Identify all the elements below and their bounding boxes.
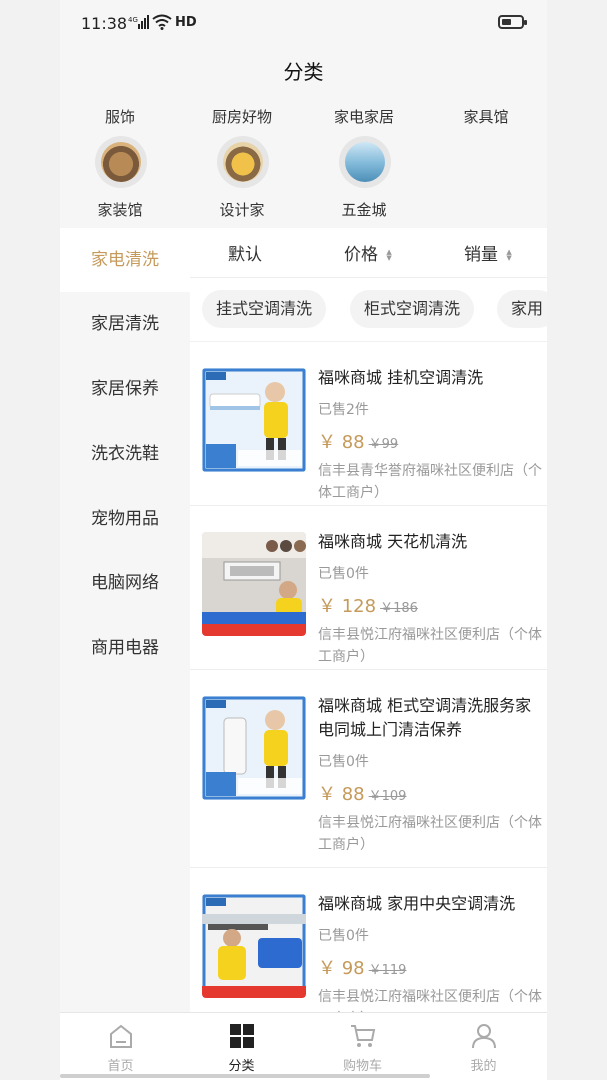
product-store: 信丰县悦江府福咪社区便利店（个体工商户） bbox=[318, 815, 542, 853]
current-price: ￥ 88 bbox=[318, 432, 365, 453]
tab-category-label: 分类 bbox=[228, 1059, 255, 1074]
product-store: 信丰县悦江府福咪社区便利店（个体工商户） bbox=[318, 989, 542, 1012]
sidebar-item-pet-supplies[interactable]: 宠物用品 bbox=[60, 487, 190, 551]
category-appliances-home[interactable]: 家电家居 bbox=[304, 106, 424, 127]
product-sold-count: 已售0件 bbox=[318, 928, 369, 944]
status-time: 11:38 bbox=[81, 14, 128, 33]
product-card[interactable]: 福咪商城 家用中央空调清洗 已售0件 ￥ 98 ￥119 信丰县悦江府福咪社区便利… bbox=[190, 868, 547, 1012]
product-price: ￥ 88 ￥109 bbox=[318, 780, 406, 806]
cart-icon bbox=[351, 1025, 376, 1047]
original-price: ￥119 bbox=[368, 963, 407, 978]
tab-cart-label: 购物车 bbox=[342, 1059, 382, 1074]
product-image bbox=[202, 532, 306, 636]
sort-arrows-icon: ▲ ▼ bbox=[386, 248, 392, 262]
product-title: 福咪商城 挂机空调清洗 bbox=[318, 368, 484, 387]
original-price: ￥99 bbox=[368, 437, 399, 452]
subcategory-chips: 挂式空调清洗 柜式空调清洗 家用 bbox=[190, 284, 547, 342]
product-sold-count: 已售0件 bbox=[318, 566, 369, 582]
category-grid-icon bbox=[230, 1024, 254, 1048]
chip-wall-ac-cleaning[interactable]: 挂式空调清洗 bbox=[202, 290, 327, 328]
tab-category[interactable]: 分类 bbox=[181, 1013, 302, 1080]
home-indicator[interactable] bbox=[60, 1074, 430, 1078]
bottom-tab-bar: 首页 分类 购物车 我的 bbox=[60, 1012, 547, 1080]
sort-arrows-icon: ▲ ▼ bbox=[506, 248, 512, 262]
category-furniture[interactable]: 家具馆 bbox=[426, 106, 546, 127]
sort-price-label: 价格 bbox=[344, 245, 378, 265]
status-bar: 11:38 4G HD bbox=[60, 0, 547, 48]
product-price: ￥ 98 ￥119 bbox=[318, 954, 406, 980]
page-title: 分类 bbox=[283, 60, 324, 84]
product-card[interactable]: 福咪商城 天花机清洗 已售0件 ￥ 128 ￥186 信丰县悦江府福咪社区便利店（… bbox=[190, 506, 547, 670]
category-kitchen[interactable]: 厨房好物 bbox=[182, 106, 302, 127]
product-title: 福咪商城 家用中央空调清洗 bbox=[318, 894, 516, 913]
product-price: ￥ 88 ￥99 bbox=[318, 428, 398, 454]
current-price: ￥ 128 bbox=[318, 596, 377, 617]
chip-household[interactable]: 家用 bbox=[497, 290, 547, 328]
tab-profile[interactable]: 我的 bbox=[423, 1013, 544, 1080]
sort-bar: 默认 价格 ▲ ▼ 销量 ▲ ▼ bbox=[190, 228, 547, 278]
product-list-panel: 默认 价格 ▲ ▼ 销量 ▲ ▼ 挂式空调清洗 柜式空调清洗 家用 福咪商城 挂… bbox=[190, 228, 547, 1012]
design-room-icon[interactable] bbox=[217, 136, 269, 188]
product-store: 信丰县青华誉府福咪社区便利店（个体工商户） bbox=[318, 463, 542, 501]
page-header: 分类 bbox=[60, 48, 547, 96]
hardware-store-icon[interactable] bbox=[339, 136, 391, 188]
category-clothing[interactable]: 服饰 bbox=[60, 106, 180, 127]
profile-icon bbox=[472, 1024, 496, 1049]
product-title: 福咪商城 天花机清洗 bbox=[318, 532, 468, 551]
sidebar-item-home-maintenance[interactable]: 家居保养 bbox=[60, 357, 190, 421]
category-label-house-decor: 家装馆 bbox=[97, 201, 143, 219]
battery-icon bbox=[498, 15, 527, 29]
product-sold-count: 已售2件 bbox=[318, 402, 369, 418]
category-grid: 服饰 厨房好物 家电家居 家具馆 家装馆 设计家 五金城 bbox=[60, 96, 547, 228]
product-image bbox=[202, 368, 306, 472]
category-label-hardware: 五金城 bbox=[341, 201, 387, 219]
wifi-icon bbox=[152, 14, 172, 30]
sidebar-item-computer-network[interactable]: 电脑网络 bbox=[60, 551, 190, 615]
svg-text:4G: 4G bbox=[128, 16, 138, 24]
sort-sales-label: 销量 bbox=[464, 245, 498, 265]
sidebar-item-laundry[interactable]: 洗衣洗鞋 bbox=[60, 422, 190, 486]
sort-price[interactable]: 价格 ▲ ▼ bbox=[344, 240, 392, 265]
product-image bbox=[202, 894, 306, 998]
house-decor-icon[interactable] bbox=[95, 136, 147, 188]
product-sold-count: 已售0件 bbox=[318, 754, 369, 770]
home-icon bbox=[110, 1024, 132, 1048]
product-card[interactable]: 福咪商城 挂机空调清洗 已售2件 ￥ 88 ￥99 信丰县青华誉府福咪社区便利店（… bbox=[190, 342, 547, 506]
category-sidebar: 家电清洗 家居清洗 家居保养 洗衣洗鞋 宠物用品 电脑网络 商用电器 bbox=[60, 228, 190, 1012]
sidebar-item-home-cleaning[interactable]: 家居清洗 bbox=[60, 292, 190, 356]
sort-default[interactable]: 默认 bbox=[228, 240, 262, 265]
product-card[interactable]: 福咪商城 柜式空调清洗服务家电同城上门清洁保养 已售0件 ￥ 88 ￥109 信丰… bbox=[190, 670, 547, 868]
category-label-design: 设计家 bbox=[219, 201, 265, 219]
product-price: ￥ 128 ￥186 bbox=[318, 592, 418, 618]
chip-cabinet-ac-cleaning[interactable]: 柜式空调清洗 bbox=[350, 290, 475, 328]
tab-home-label: 首页 bbox=[107, 1059, 134, 1074]
product-title: 福咪商城 柜式空调清洗服务家电同城上门清洁保养 bbox=[318, 696, 532, 739]
sidebar-item-appliance-cleaning[interactable]: 家电清洗 bbox=[60, 228, 190, 292]
sidebar-item-commercial-appliances[interactable]: 商用电器 bbox=[60, 616, 190, 680]
original-price: ￥186 bbox=[380, 601, 418, 616]
phone-screen: 11:38 4G HD 分类 服饰 厨房好物 家电家居 家具馆 家装馆 设计家 … bbox=[60, 0, 547, 1080]
product-image bbox=[202, 696, 306, 800]
cellular-signal-icon: 4G bbox=[128, 15, 149, 29]
current-price: ￥ 88 bbox=[318, 784, 365, 805]
original-price: ￥109 bbox=[368, 789, 407, 804]
product-store: 信丰县悦江府福咪社区便利店（个体工商户） bbox=[318, 627, 542, 665]
current-price: ￥ 98 bbox=[318, 958, 365, 979]
hd-indicator: HD bbox=[175, 15, 197, 30]
tab-cart[interactable]: 购物车 bbox=[302, 1013, 423, 1080]
tab-profile-label: 我的 bbox=[470, 1059, 497, 1074]
tab-home[interactable]: 首页 bbox=[60, 1013, 181, 1080]
sort-sales[interactable]: 销量 ▲ ▼ bbox=[464, 240, 512, 265]
